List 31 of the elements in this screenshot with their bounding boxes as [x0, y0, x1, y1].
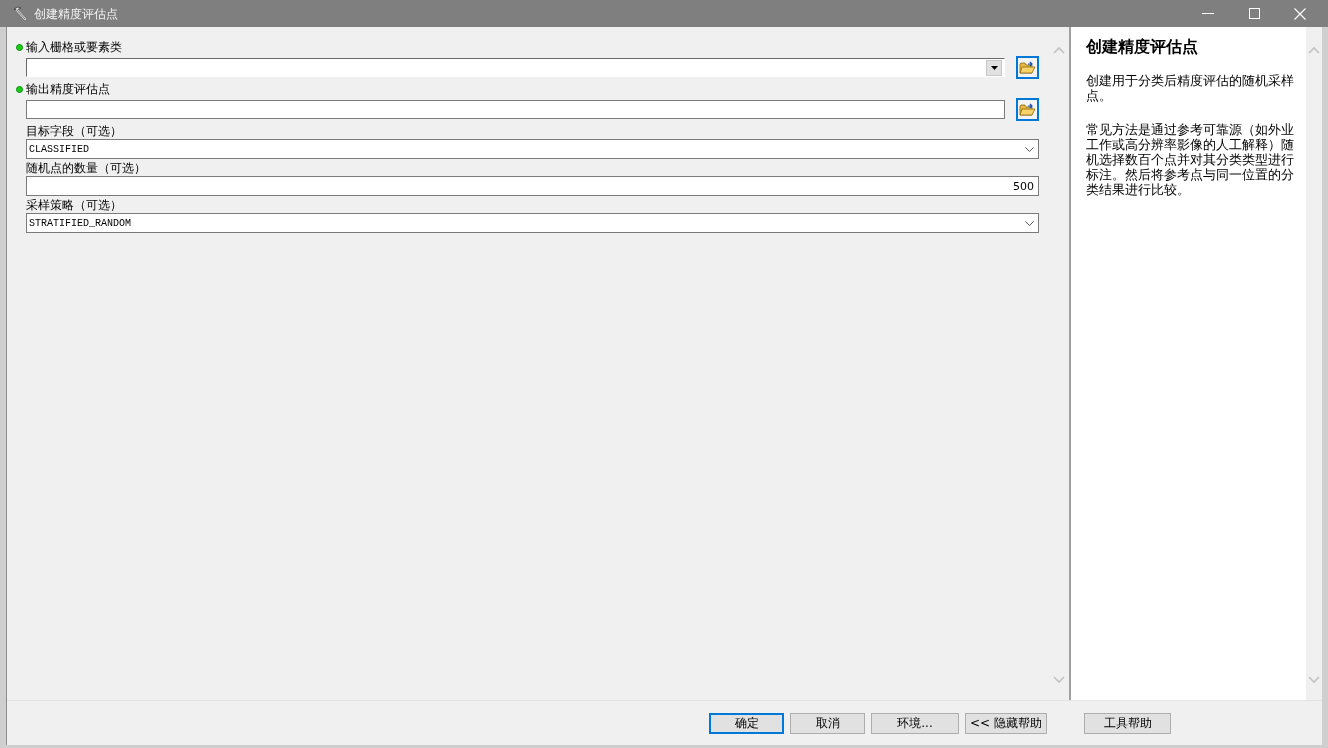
- caret-icon: [990, 65, 998, 70]
- maximize-icon: [1248, 8, 1260, 19]
- dialog-button[interactable]: 工具帮助: [1084, 713, 1171, 734]
- field-label: 目标字段（可选）: [26, 123, 122, 139]
- dialog-button[interactable]: 环境...: [871, 713, 959, 734]
- folder-icon: [1019, 60, 1036, 75]
- dropdown-button[interactable]: [986, 59, 1002, 76]
- field-label: 采样策略（可选）: [26, 197, 122, 213]
- folder-icon: [1019, 102, 1036, 117]
- browse-button[interactable]: [1016, 56, 1039, 79]
- dropdown-field[interactable]: STRATIFIED_RANDOM: [26, 213, 1039, 233]
- dropdown-field[interactable]: CLASSIFIED: [26, 139, 1039, 159]
- chevron-down-icon: [1025, 220, 1034, 226]
- dialog-button[interactable]: << 隐藏帮助: [965, 713, 1047, 734]
- help-text: 创建用于分类后精度评估的随机采样点。: [1086, 73, 1295, 103]
- chevron-down-icon: [1025, 146, 1034, 152]
- field-label: 随机点的数量（可选）: [26, 160, 146, 176]
- number-field[interactable]: 500: [26, 176, 1039, 196]
- combo-field[interactable]: [26, 58, 1005, 77]
- window-title: 创建精度评估点: [34, 5, 118, 22]
- minimize-icon: [1202, 13, 1214, 14]
- field-label: 输出精度评估点: [26, 81, 110, 97]
- close-icon: [1294, 7, 1306, 20]
- input-field[interactable]: [26, 100, 1005, 119]
- field-label: 输入栅格或要素类: [26, 39, 122, 55]
- help-title: 创建精度评估点: [1086, 37, 1198, 57]
- browse-button[interactable]: [1016, 98, 1039, 121]
- dialog-button[interactable]: 确定: [709, 713, 784, 734]
- help-text: 常见方法是通过参考可靠源（如外业工作或高分辨率影像的人工解释）随机选择数百个点并对其分类类型进行标注。然后将参考点与同一位置的分类结果进行比较。: [1086, 122, 1295, 197]
- hammer-icon: [12, 6, 27, 21]
- dialog-button[interactable]: 取消: [790, 713, 865, 734]
